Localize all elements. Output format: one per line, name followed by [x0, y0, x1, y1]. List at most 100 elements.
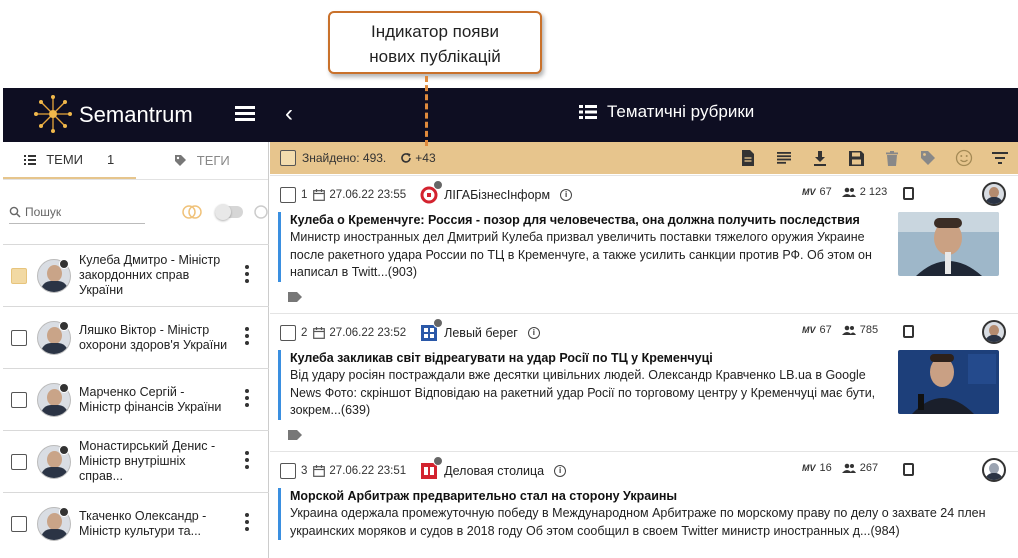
union-icon[interactable] — [253, 204, 269, 220]
intersection-icon[interactable] — [181, 204, 203, 220]
page-title: Тематичні рубрики — [579, 102, 754, 122]
article-text: Украина одержала промежуточную победу в … — [290, 506, 986, 538]
verified-badge-icon — [59, 507, 69, 517]
calendar-icon — [313, 327, 326, 339]
topic-name: Кулеба Дмитро - Міністр закордонних спра… — [79, 253, 221, 297]
mv-value: 67 — [819, 186, 832, 198]
topic-avatar — [982, 458, 1006, 482]
audience-value: 2 123 — [859, 186, 888, 198]
mv-icon: MV — [802, 463, 816, 473]
list-icon — [579, 105, 597, 119]
tab-topics[interactable]: ТЕМИ 1 — [3, 142, 136, 179]
article-source[interactable]: Деловая столица — [444, 464, 544, 478]
more-options-icon[interactable] — [245, 513, 249, 534]
article-checkbox[interactable] — [280, 187, 296, 203]
article-header: 2 27.06.22 23:52 Левый берег i — [280, 318, 540, 342]
menu-icon[interactable] — [235, 106, 255, 122]
more-options-icon[interactable] — [245, 451, 249, 472]
audience-icon — [841, 187, 856, 197]
document-icon[interactable] — [738, 148, 758, 168]
article-source[interactable]: Левый берег — [444, 326, 518, 340]
article-card[interactable]: 1 27.06.22 23:55 ЛІГАБізнесІнформ i MV 6… — [270, 175, 1018, 313]
text-lines-icon[interactable] — [774, 148, 794, 168]
preview-icon[interactable] — [903, 187, 914, 200]
more-options-icon[interactable] — [245, 265, 249, 286]
download-icon[interactable] — [810, 148, 830, 168]
topic-item[interactable]: Ляшко Віктор - Міністр охорони здоров'я … — [3, 306, 269, 368]
source-logo-icon — [420, 456, 444, 480]
audience-value: 785 — [859, 324, 879, 336]
search-input[interactable]: Пошук — [9, 200, 145, 224]
semantrum-logo-icon — [34, 95, 72, 133]
tab-topics-label: ТЕМИ — [46, 152, 84, 167]
callout-line-1: Індикатор появи — [370, 22, 500, 41]
article-thumbnail[interactable] — [898, 212, 999, 276]
topic-checkbox[interactable] — [11, 329, 27, 346]
topic-item[interactable]: Кулеба Дмитро - Міністр закордонних спра… — [3, 244, 269, 306]
topic-checkbox[interactable] — [11, 391, 27, 408]
refresh-icon — [401, 153, 412, 163]
new-publications-indicator[interactable]: +43 — [400, 151, 436, 165]
new-count: +43 — [415, 151, 436, 165]
article-header: 3 27.06.22 23:51 Деловая столица i — [280, 456, 567, 480]
tab-tags[interactable]: ТЕГИ — [136, 142, 269, 179]
back-arrow-icon[interactable]: ‹ — [285, 100, 293, 128]
topic-checkbox[interactable] — [11, 453, 27, 470]
sentiment-icon[interactable] — [954, 148, 974, 168]
article-title[interactable]: Кулеба о Кременчуге: Россия - позор для … — [290, 212, 896, 229]
article-header: 1 27.06.22 23:55 ЛІГАБізнесІнформ i — [280, 180, 573, 204]
more-options-icon[interactable] — [245, 327, 249, 348]
verified-badge-icon — [59, 321, 69, 331]
article-card[interactable]: 3 27.06.22 23:51 Деловая столица i MV 16… — [270, 451, 1018, 558]
info-icon[interactable]: i — [554, 465, 567, 477]
article-stats: MV 67 785 — [802, 324, 878, 336]
mv-icon: MV — [802, 187, 816, 197]
search-placeholder: Пошук — [25, 204, 62, 219]
audience-icon — [841, 325, 856, 335]
logic-toggle[interactable] — [215, 204, 243, 220]
article-date: 27.06.22 23:51 — [329, 465, 407, 477]
topic-item[interactable]: Ткаченко Олександр - Міністр культури та… — [3, 492, 269, 554]
article-checkbox[interactable] — [280, 325, 296, 341]
globe-icon — [433, 180, 444, 190]
article-title[interactable]: Кулеба закликав світ відреагувати на уда… — [290, 350, 896, 367]
source-logo-icon — [420, 180, 444, 204]
more-options-icon[interactable] — [245, 389, 249, 410]
delete-icon[interactable] — [882, 148, 902, 168]
audience-icon — [841, 463, 856, 473]
tag-icon[interactable] — [918, 148, 938, 168]
tab-topics-count: 1 — [107, 152, 115, 167]
preview-icon[interactable] — [903, 463, 914, 476]
select-all-checkbox[interactable] — [280, 150, 296, 166]
topic-item[interactable]: Монастирський Денис - Міністр внутрішніх… — [3, 430, 269, 492]
article-body: Кулеба о Кременчуге: Россия - позор для … — [278, 212, 896, 282]
topic-checkbox[interactable] — [11, 515, 27, 532]
save-icon[interactable] — [846, 148, 866, 168]
tag-icon[interactable] — [288, 292, 302, 302]
article-source[interactable]: ЛІГАБізнесІнформ — [444, 188, 550, 202]
logo[interactable]: Semantrum — [33, 95, 223, 134]
article-card[interactable]: 2 27.06.22 23:52 Левый берег i MV 67 785… — [270, 313, 1018, 451]
article-checkbox[interactable] — [280, 463, 296, 479]
found-count: Знайдено: 493. — [302, 151, 387, 165]
article-title[interactable]: Морской Арбитраж предварительно стал на … — [290, 488, 1008, 505]
topic-checkbox[interactable] — [11, 267, 27, 284]
filter-icon[interactable] — [990, 148, 1010, 168]
search-icon — [9, 206, 21, 218]
logo-text: Semantrum — [79, 102, 193, 127]
info-icon[interactable]: i — [527, 327, 540, 339]
source-logo-icon — [420, 318, 444, 342]
article-text: Министр иностранных дел Дмитрий Кулеба п… — [290, 230, 872, 279]
topic-item[interactable]: Марченко Сергій - Міністр фінансів Украї… — [3, 368, 269, 430]
mv-value: 67 — [819, 324, 832, 336]
article-number: 3 — [301, 465, 308, 477]
globe-icon — [433, 456, 444, 466]
article-stats: MV 16 267 — [802, 462, 878, 474]
article-thumbnail[interactable] — [898, 350, 999, 414]
topic-name: Монастирський Денис - Міністр внутрішніх… — [79, 439, 216, 483]
tag-icon[interactable] — [288, 430, 302, 440]
info-icon[interactable]: i — [560, 189, 573, 201]
article-body: Морской Арбитраж предварительно стал на … — [278, 488, 1008, 540]
audience-value: 267 — [859, 462, 879, 474]
preview-icon[interactable] — [903, 325, 914, 338]
